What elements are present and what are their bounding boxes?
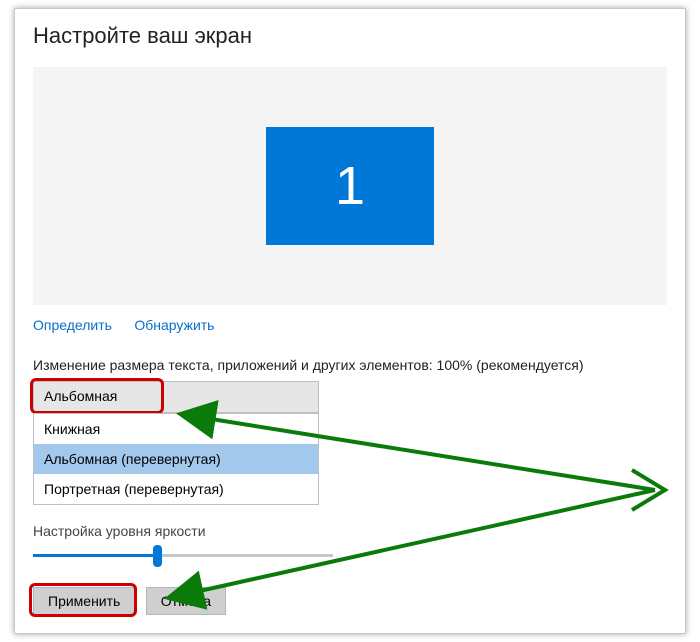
highlight-apply [29,583,137,617]
cancel-button[interactable]: Отмена [146,587,226,615]
slider-track-fill [33,554,159,557]
orientation-option-2[interactable]: Портретная (перевернутая) [34,474,318,504]
brightness-slider[interactable] [33,547,333,565]
orientation-options-list: Книжная Альбомная (перевернутая) Портрет… [33,413,319,505]
scaling-label: Изменение размера текста, приложений и д… [33,357,667,373]
monitor-tile-1[interactable]: 1 [266,127,434,245]
orientation-dropdown[interactable]: Альбомная Книжная Альбомная (перевернута… [33,381,319,413]
orientation-option-1[interactable]: Альбомная (перевернутая) [34,444,318,474]
display-links: Определить Обнаружить [33,317,667,335]
monitor-number: 1 [335,155,365,217]
identify-link[interactable]: Определить [33,317,112,333]
settings-panel: Настройте ваш экран 1 Определить Обнаруж… [14,8,686,634]
detect-link[interactable]: Обнаружить [134,317,214,333]
apply-button[interactable]: Применить [33,587,135,615]
brightness-label: Настройка уровня яркости [33,523,206,539]
page-title: Настройте ваш экран [33,23,667,49]
slider-thumb[interactable] [153,545,162,567]
display-preview-area: 1 [33,67,667,305]
orientation-selected[interactable]: Альбомная [33,381,319,413]
action-buttons: Применить Отмена [33,587,232,615]
orientation-option-0[interactable]: Книжная [34,414,318,444]
